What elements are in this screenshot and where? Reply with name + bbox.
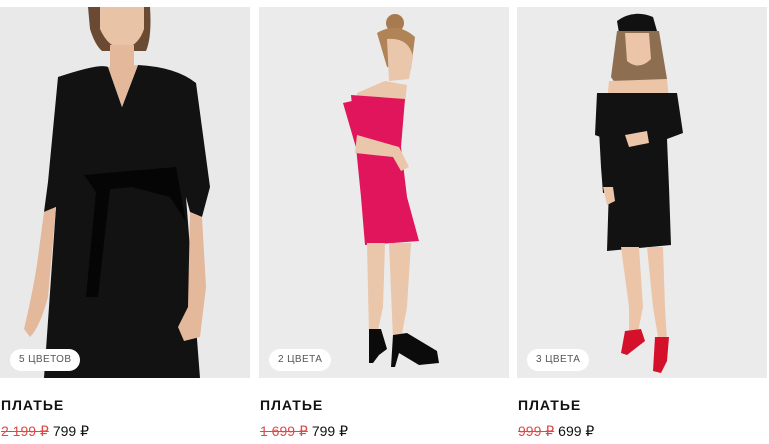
- old-price: 999 ₽: [518, 423, 555, 439]
- colors-count-badge[interactable]: 2 ЦВЕТА: [269, 349, 332, 371]
- product-prices: 999 ₽699 ₽: [518, 423, 594, 440]
- product-card[interactable]: 5 ЦВЕТОВ ПЛАТЬЕ 2 199 ₽799 ₽: [0, 7, 250, 444]
- colors-count-badge[interactable]: 3 ЦВЕТА: [527, 349, 590, 371]
- current-price: 699 ₽: [558, 423, 595, 439]
- product-photo: [517, 7, 767, 378]
- product-title[interactable]: ПЛАТЬЕ: [518, 397, 581, 413]
- product-image[interactable]: 5 ЦВЕТОВ: [0, 7, 250, 378]
- product-photo: [0, 7, 250, 378]
- colors-count-badge[interactable]: 5 ЦВЕТОВ: [10, 349, 81, 371]
- product-card[interactable]: 3 ЦВЕТА ПЛАТЬЕ 999 ₽699 ₽: [517, 7, 767, 444]
- product-title[interactable]: ПЛАТЬЕ: [260, 397, 323, 413]
- product-prices: 2 199 ₽799 ₽: [1, 423, 89, 440]
- old-price: 2 199 ₽: [1, 423, 49, 439]
- product-image[interactable]: 3 ЦВЕТА: [517, 7, 767, 378]
- current-price: 799 ₽: [311, 423, 348, 439]
- product-photo: [259, 7, 509, 378]
- product-card[interactable]: 2 ЦВЕТА ПЛАТЬЕ 1 699 ₽799 ₽: [259, 7, 509, 444]
- product-prices: 1 699 ₽799 ₽: [260, 423, 348, 440]
- current-price: 799 ₽: [52, 423, 89, 439]
- product-image[interactable]: 2 ЦВЕТА: [259, 7, 509, 378]
- old-price: 1 699 ₽: [260, 423, 308, 439]
- product-title[interactable]: ПЛАТЬЕ: [1, 397, 64, 413]
- product-grid: 5 ЦВЕТОВ ПЛАТЬЕ 2 199 ₽799 ₽ 2 ЦВЕТА ПЛА…: [0, 0, 769, 444]
